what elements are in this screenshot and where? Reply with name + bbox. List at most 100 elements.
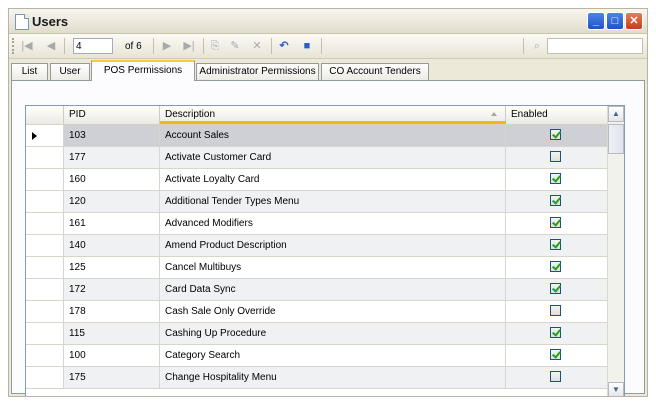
- pid-cell[interactable]: 120: [64, 191, 160, 212]
- enabled-checkbox[interactable]: [550, 239, 561, 250]
- row-selector[interactable]: [26, 345, 64, 366]
- tab-administrator-permissions[interactable]: Administrator Permissions: [196, 63, 319, 80]
- row-selector[interactable]: [26, 323, 64, 344]
- table-row[interactable]: 125 Cancel Multibuys: [26, 257, 608, 279]
- row-selector[interactable]: [26, 257, 64, 278]
- pid-cell[interactable]: 175: [64, 367, 160, 388]
- move-last-icon[interactable]: ▶|: [181, 38, 197, 54]
- toolbar-separator: [271, 38, 272, 54]
- enabled-checkbox[interactable]: [550, 195, 561, 206]
- pid-cell[interactable]: 177: [64, 147, 160, 168]
- description-cell[interactable]: Activate Loyalty Card: [160, 169, 506, 190]
- toolbar-separator: [203, 38, 204, 54]
- enabled-checkbox[interactable]: [550, 151, 561, 162]
- description-cell[interactable]: Cashing Up Procedure: [160, 323, 506, 344]
- toolbar-separator: [153, 38, 154, 54]
- table-row[interactable]: 100 Category Search: [26, 345, 608, 367]
- toolbar-separator: [64, 38, 65, 54]
- record-position-input[interactable]: [73, 38, 113, 54]
- sort-ascending-icon: [491, 112, 497, 116]
- enabled-checkbox[interactable]: [550, 217, 561, 228]
- row-selector[interactable]: [26, 367, 64, 388]
- table-row[interactable]: 160 Activate Loyalty Card: [26, 169, 608, 191]
- window-title: Users: [32, 14, 69, 29]
- enabled-checkbox[interactable]: [550, 261, 561, 272]
- add-new-icon[interactable]: ⎘: [207, 38, 223, 54]
- vertical-scrollbar[interactable]: ▲ ▼: [607, 106, 624, 396]
- delete-icon[interactable]: ✕: [249, 38, 265, 54]
- scroll-thumb[interactable]: [608, 124, 624, 154]
- enabled-cell: [506, 125, 608, 146]
- tab-list[interactable]: List: [11, 63, 48, 80]
- pid-cell[interactable]: 103: [64, 125, 160, 146]
- description-cell[interactable]: Cancel Multibuys: [160, 257, 506, 278]
- scroll-up-button[interactable]: ▲: [608, 106, 624, 122]
- enabled-checkbox[interactable]: [550, 129, 561, 140]
- row-selector[interactable]: [26, 279, 64, 300]
- pid-cell[interactable]: 178: [64, 301, 160, 322]
- row-selector[interactable]: [26, 301, 64, 322]
- minimize-button[interactable]: _: [587, 12, 605, 30]
- find-input[interactable]: [547, 38, 643, 54]
- pid-cell[interactable]: 140: [64, 235, 160, 256]
- column-header-enabled[interactable]: Enabled: [506, 106, 608, 124]
- move-first-icon[interactable]: |◀: [19, 38, 35, 54]
- title-bar[interactable]: Users _ □ ✕: [9, 9, 647, 34]
- description-cell[interactable]: Card Data Sync: [160, 279, 506, 300]
- move-next-icon[interactable]: ▶: [159, 38, 175, 54]
- description-cell[interactable]: Amend Product Description: [160, 235, 506, 256]
- table-row[interactable]: 161 Advanced Modifiers: [26, 213, 608, 235]
- enabled-checkbox[interactable]: [550, 349, 561, 360]
- enabled-cell: [506, 301, 608, 322]
- users-window: Users _ □ ✕ |◀ ◀ of 6 ▶ ▶| ⎘ ✎ ✕ ↶ ■ ⌕ L…: [8, 8, 648, 397]
- table-row[interactable]: 120 Additional Tender Types Menu: [26, 191, 608, 213]
- pid-cell[interactable]: 115: [64, 323, 160, 344]
- window-document-icon: [15, 14, 29, 30]
- enabled-checkbox[interactable]: [550, 283, 561, 294]
- table-row[interactable]: 172 Card Data Sync: [26, 279, 608, 301]
- description-cell[interactable]: Change Hospitality Menu: [160, 367, 506, 388]
- enabled-checkbox[interactable]: [550, 305, 561, 316]
- tab-user[interactable]: User: [50, 63, 90, 80]
- enabled-cell: [506, 169, 608, 190]
- scroll-down-button[interactable]: ▼: [608, 382, 624, 396]
- move-previous-icon[interactable]: ◀: [43, 38, 59, 54]
- description-cell[interactable]: Advanced Modifiers: [160, 213, 506, 234]
- enabled-checkbox[interactable]: [550, 173, 561, 184]
- description-cell[interactable]: Category Search: [160, 345, 506, 366]
- row-selector[interactable]: [26, 191, 64, 212]
- row-selector[interactable]: [26, 213, 64, 234]
- row-selector[interactable]: [26, 169, 64, 190]
- toolbar-grip[interactable]: [12, 38, 16, 54]
- pid-cell[interactable]: 160: [64, 169, 160, 190]
- enabled-cell: [506, 323, 608, 344]
- table-row[interactable]: 175 Change Hospitality Menu: [26, 367, 608, 389]
- save-icon[interactable]: ■: [299, 38, 315, 54]
- find-icon[interactable]: ⌕: [529, 38, 545, 54]
- description-cell[interactable]: Account Sales: [160, 125, 506, 146]
- tab-pos-permissions[interactable]: POS Permissions: [91, 60, 195, 81]
- table-row[interactable]: 178 Cash Sale Only Override: [26, 301, 608, 323]
- row-selector[interactable]: [26, 235, 64, 256]
- row-selector[interactable]: [26, 147, 64, 168]
- edit-icon[interactable]: ✎: [227, 38, 243, 54]
- description-cell[interactable]: Additional Tender Types Menu: [160, 191, 506, 212]
- pid-cell[interactable]: 100: [64, 345, 160, 366]
- pid-cell[interactable]: 125: [64, 257, 160, 278]
- pid-cell[interactable]: 172: [64, 279, 160, 300]
- table-row[interactable]: 103 Account Sales: [26, 125, 608, 147]
- column-header-pid[interactable]: PID: [64, 106, 160, 124]
- table-row[interactable]: 115 Cashing Up Procedure: [26, 323, 608, 345]
- description-cell[interactable]: Cash Sale Only Override: [160, 301, 506, 322]
- undo-icon[interactable]: ↶: [276, 38, 292, 54]
- table-row[interactable]: 140 Amend Product Description: [26, 235, 608, 257]
- close-button[interactable]: ✕: [625, 12, 643, 30]
- row-selector[interactable]: [26, 125, 64, 146]
- table-row[interactable]: 177 Activate Customer Card: [26, 147, 608, 169]
- enabled-checkbox[interactable]: [550, 371, 561, 382]
- pid-cell[interactable]: 161: [64, 213, 160, 234]
- description-cell[interactable]: Activate Customer Card: [160, 147, 506, 168]
- maximize-button[interactable]: □: [606, 12, 624, 30]
- tab-co-account-tenders[interactable]: CO Account Tenders: [321, 63, 429, 80]
- enabled-checkbox[interactable]: [550, 327, 561, 338]
